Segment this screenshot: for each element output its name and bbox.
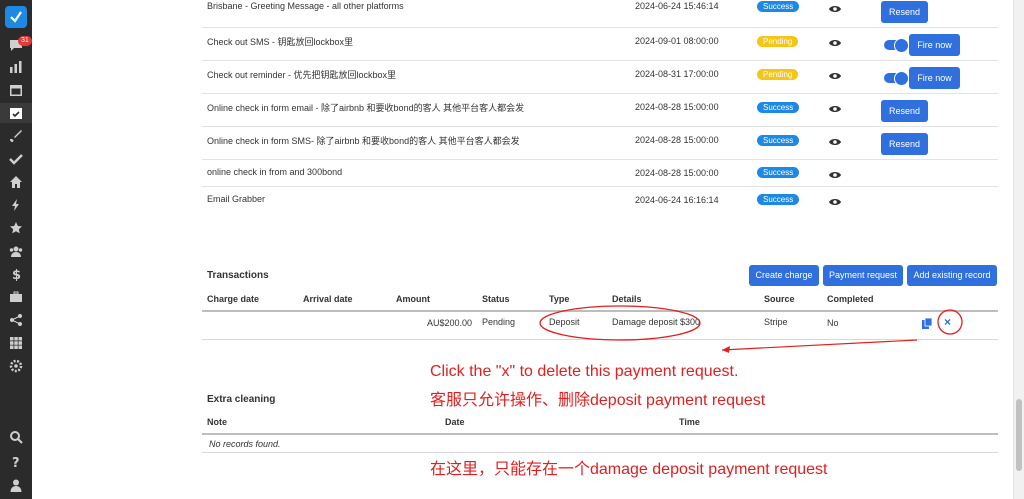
users-icon[interactable] xyxy=(9,244,23,258)
annotation-text: 客服只允许操作、删除deposit payment request xyxy=(430,392,766,409)
briefcase-icon[interactable] xyxy=(9,290,23,304)
grid-icon[interactable] xyxy=(9,336,23,350)
annotation-text: Click the "x" to delete this payment req… xyxy=(430,363,739,380)
dollar-icon[interactable]: $ xyxy=(9,267,23,283)
star-icon[interactable] xyxy=(9,221,23,235)
row-divider xyxy=(202,452,998,453)
chart-icon[interactable] xyxy=(9,60,23,74)
share-icon[interactable] xyxy=(9,313,23,327)
scrollbar-thumb[interactable] xyxy=(1016,399,1022,471)
column-header: Note xyxy=(207,417,227,427)
calendar-icon[interactable] xyxy=(9,83,23,97)
extra-cleaning-title: Extra cleaning xyxy=(207,394,276,405)
search-icon[interactable] xyxy=(9,430,23,444)
check-icon[interactable] xyxy=(9,152,23,166)
brush-icon[interactable] xyxy=(9,129,23,143)
main-content: Brisbane - Greeting Message - all other … xyxy=(32,0,1012,499)
notification-badge: 31 xyxy=(18,36,32,46)
gear-icon[interactable] xyxy=(9,359,23,373)
sidebar: 31 $ ? xyxy=(0,0,32,499)
empty-message: No records found. xyxy=(209,439,281,449)
annotation-marks xyxy=(539,305,963,353)
column-header: Time xyxy=(679,417,700,427)
home-icon[interactable] xyxy=(9,175,23,189)
task-icon[interactable] xyxy=(9,106,23,120)
svg-text:$: $ xyxy=(12,268,21,281)
help-icon[interactable]: ? xyxy=(9,455,23,471)
column-header: Date xyxy=(445,417,465,427)
bolt-icon[interactable] xyxy=(9,198,23,212)
user-icon[interactable] xyxy=(9,478,23,492)
svg-text:?: ? xyxy=(12,456,20,469)
header-divider xyxy=(202,433,998,435)
app-logo-icon[interactable] xyxy=(5,6,27,28)
annotation-text: 在这里，只能存在一个damage deposit payment request xyxy=(430,461,828,478)
page-scrollbar[interactable] xyxy=(1013,0,1024,499)
